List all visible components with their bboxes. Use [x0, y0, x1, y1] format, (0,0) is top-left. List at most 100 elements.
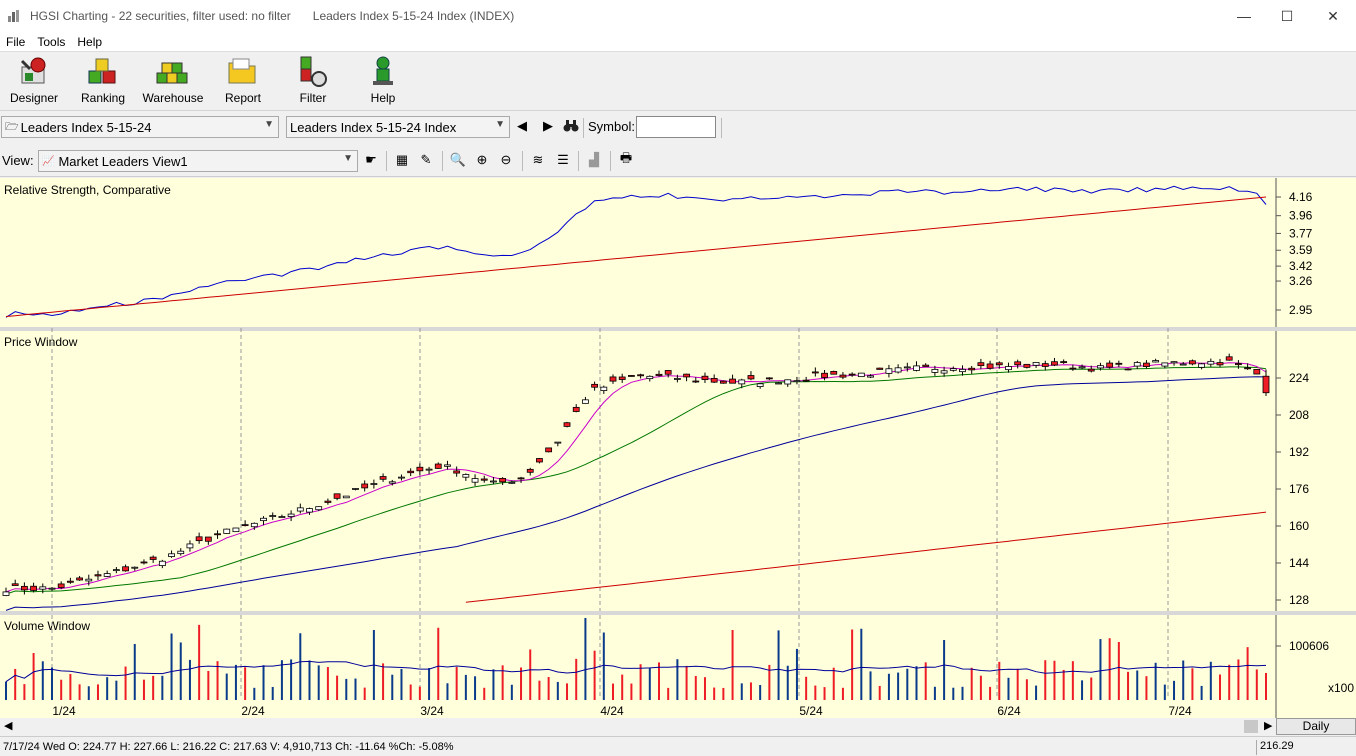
- ranking-label: Ranking: [80, 91, 126, 105]
- date-tick-label: 2/24: [241, 704, 265, 718]
- close-button[interactable]: ✕: [1310, 0, 1356, 32]
- candle-body: [710, 377, 718, 383]
- candle-body: [1133, 362, 1141, 367]
- volume-tick-label: 100606: [1289, 639, 1329, 653]
- ranking-button[interactable]: Ranking: [71, 55, 135, 109]
- filter-button[interactable]: Filter: [281, 55, 345, 109]
- candle-body: [214, 533, 221, 536]
- maximize-button[interactable]: ☐: [1264, 0, 1310, 32]
- candle-body: [195, 536, 203, 542]
- designer-label: Designer: [9, 91, 59, 105]
- app-icon: [8, 10, 19, 22]
- candle-body: [1189, 360, 1196, 365]
- date-tick-label: 4/24: [600, 704, 624, 718]
- status-bar: 7/17/24 Wed O: 224.77 H: 227.66 L: 216.2…: [0, 736, 1356, 756]
- scroll-left-icon[interactable]: ◀: [4, 719, 12, 732]
- toolbar-separator: [721, 118, 722, 138]
- rs-tick-label: 4.16: [1289, 190, 1313, 204]
- zoom-out-icon[interactable]: ⊖: [497, 151, 515, 169]
- scroll-thumb[interactable]: [1244, 720, 1258, 733]
- draw-tool-icon[interactable]: ▟: [585, 151, 603, 169]
- panel-divider: [0, 611, 1356, 615]
- candle-body: [444, 464, 451, 467]
- candle-body: [729, 378, 736, 384]
- candle-body: [894, 367, 902, 373]
- candle-body: [315, 506, 323, 511]
- candle-body: [701, 375, 709, 381]
- rs-tick-label: 3.42: [1289, 259, 1313, 273]
- report-button[interactable]: Report: [211, 55, 275, 109]
- properties-icon[interactable]: ▦: [393, 151, 411, 169]
- candle-body: [600, 386, 608, 391]
- edit-view-icon[interactable]: ✎: [417, 151, 435, 169]
- candle-body: [536, 458, 543, 463]
- candle-body: [628, 375, 635, 377]
- security-select[interactable]: Leaders Index 5-15-24 Index ▼: [286, 116, 510, 138]
- candle-body: [719, 380, 727, 384]
- previous-arrow-icon[interactable]: ◀: [513, 117, 531, 135]
- minimize-button[interactable]: —: [1221, 0, 1267, 32]
- candle-body: [1207, 360, 1215, 365]
- candle-body: [582, 399, 589, 404]
- price-tick-label: 192: [1289, 445, 1309, 459]
- view-select[interactable]: 📈 Market Leaders View1 ▼: [38, 150, 358, 172]
- zoom-in-icon[interactable]: ⊕: [473, 151, 491, 169]
- period-button[interactable]: Daily: [1276, 718, 1356, 735]
- candle-body: [103, 573, 111, 577]
- stock-chart[interactable]: Relative Strength, Comparative Price Win…: [0, 178, 1356, 718]
- candle-body: [683, 373, 690, 378]
- candle-body: [811, 371, 819, 374]
- scroll-right-icon[interactable]: ▶: [1264, 719, 1272, 732]
- candle-body: [177, 550, 185, 555]
- candle-body: [48, 587, 56, 590]
- next-arrow-icon[interactable]: ▶: [539, 117, 557, 135]
- hand-pointer-icon[interactable]: ☛: [362, 151, 380, 169]
- candle-body: [379, 476, 387, 480]
- menu-help[interactable]: Help: [71, 35, 108, 49]
- toolbar-separator: [442, 151, 443, 171]
- candle-body: [940, 370, 948, 374]
- candle-body: [407, 470, 415, 474]
- main-toolbar: Designer Ranking Warehouse Report Filter…: [0, 53, 1356, 111]
- candle-body: [1014, 361, 1022, 366]
- report-icon: [228, 58, 256, 84]
- candle-body: [885, 368, 893, 374]
- print-icon[interactable]: 🖶: [617, 150, 635, 169]
- candle-body: [306, 508, 313, 513]
- candle-body: [922, 364, 930, 367]
- symbol-input[interactable]: [636, 116, 716, 138]
- candle-body: [554, 441, 562, 444]
- panel-divider: [0, 327, 1356, 331]
- candle-body: [848, 373, 856, 376]
- binoculars-icon[interactable]: [562, 117, 580, 135]
- candle-body: [149, 556, 157, 560]
- candle-body: [296, 507, 304, 512]
- candle-body: [140, 561, 148, 564]
- warehouse-button[interactable]: Warehouse: [141, 55, 205, 109]
- status-text: 7/17/24 Wed O: 224.77 H: 227.66 L: 216.2…: [3, 740, 454, 753]
- app-title: HGSI Charting - 22 securities, filter us…: [30, 9, 291, 23]
- symbol-label: Symbol:: [588, 119, 635, 134]
- candle-body: [1161, 362, 1169, 367]
- candle-body: [1253, 369, 1261, 375]
- menu-file[interactable]: File: [0, 35, 31, 49]
- candle-body: [609, 376, 617, 382]
- candle-body: [434, 463, 442, 469]
- last-price: 216.29: [1260, 740, 1294, 752]
- chevron-down-icon: ▼: [495, 119, 505, 130]
- help-button[interactable]: Help: [351, 55, 415, 109]
- candle-body: [1244, 367, 1252, 370]
- chart-scroll-bar[interactable]: ◀ ▶ Daily: [0, 718, 1356, 736]
- designer-button[interactable]: Designer: [2, 55, 66, 109]
- candle-body: [425, 468, 433, 471]
- data-table-icon[interactable]: ☰: [554, 151, 572, 169]
- help-icon: [373, 56, 393, 85]
- zoom-icon[interactable]: 🔍: [449, 151, 467, 169]
- candle-body: [903, 366, 911, 369]
- indicators-icon[interactable]: ≋: [529, 151, 547, 169]
- menu-tools[interactable]: Tools: [31, 35, 71, 49]
- list-select[interactable]: 🗁 Leaders Index 5-15-24 ▼: [1, 116, 279, 138]
- rs-tick-label: 3.96: [1289, 209, 1313, 223]
- view-select-value: Market Leaders View1: [58, 153, 188, 169]
- candle-body: [278, 516, 286, 518]
